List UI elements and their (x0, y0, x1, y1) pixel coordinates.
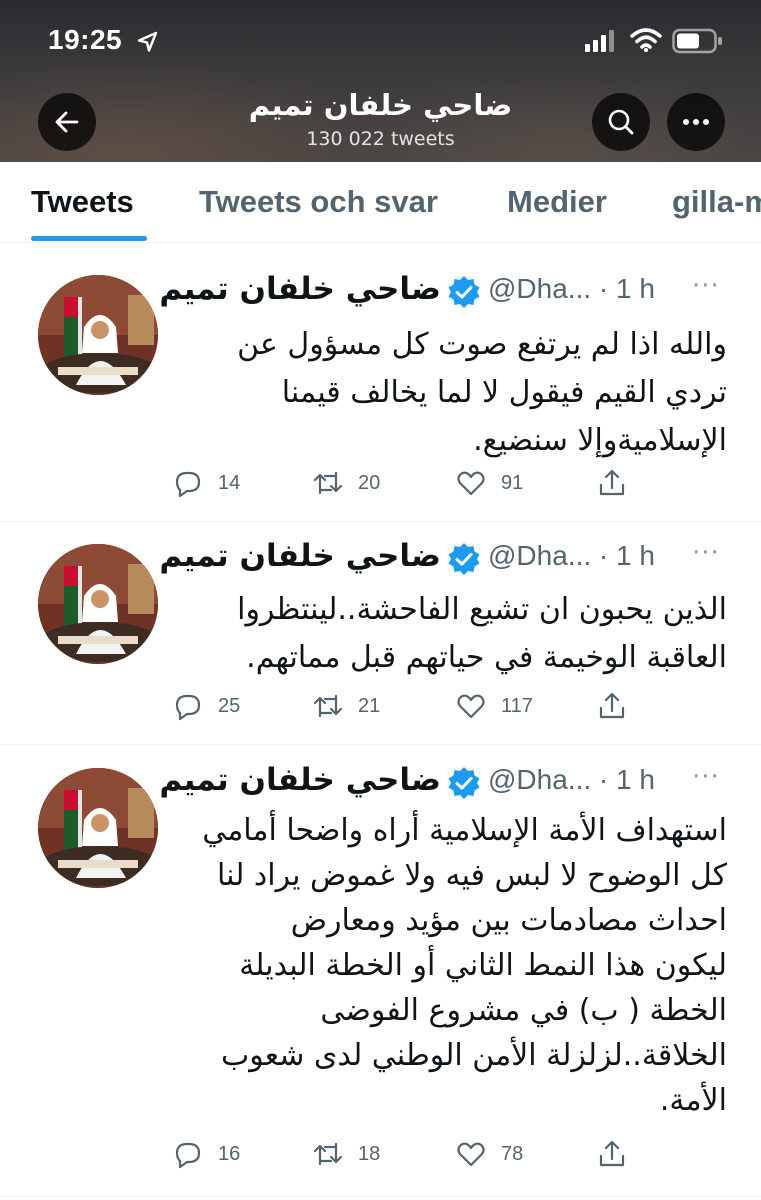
search-button[interactable] (592, 93, 650, 151)
battery-icon (672, 28, 722, 54)
tweet-author-name[interactable]: ضاحي خلفان تميم (159, 762, 441, 798)
heart-icon (457, 471, 485, 496)
tab-likes[interactable]: gilla-m (672, 184, 761, 220)
reply-icon (175, 694, 201, 721)
share-button[interactable] (596, 1134, 628, 1174)
tweet-more-icon[interactable]: ··· (692, 762, 720, 792)
retweet-button[interactable]: 18 (312, 1134, 380, 1174)
arrow-left-icon (55, 111, 79, 133)
tweet-author-name[interactable]: ضاحي خلفان تميم (159, 538, 441, 574)
tab-media[interactable]: Medier (507, 184, 607, 220)
tweet-more-icon[interactable]: ··· (692, 538, 720, 568)
tweet-handle-time[interactable]: @Dha... · 1 h (488, 273, 655, 305)
tweet-text-line: الإسلاميةوإلا سنضيع. (473, 423, 727, 458)
tweet[interactable]: ضاحي خلفان تميم @Dha... · 1 h ··· الذين … (0, 522, 761, 745)
tweet-text-line: استهداف الأمة الإسلامية أراه واضحا أمامي (202, 813, 727, 848)
heart-icon (457, 694, 485, 719)
tweet-text: والله اذا لم يرتفع صوت كل مسؤول عن تردي … (175, 321, 727, 465)
heart-icon (457, 1142, 485, 1167)
retweet-icon (313, 1142, 343, 1166)
share-icon (599, 692, 625, 719)
more-options-button[interactable] (667, 93, 725, 151)
like-count: 91 (501, 471, 524, 494)
like-button[interactable]: 117 (455, 686, 533, 726)
reply-button[interactable]: 25 (172, 686, 240, 726)
share-icon (599, 1140, 625, 1167)
tweet-text-line: الأمة. (659, 1083, 727, 1118)
share-button[interactable] (596, 686, 628, 726)
tweet-text-line: كل الوضوح لا لبس فيه ولا غموض يراد لنا (217, 858, 727, 893)
tweet[interactable]: ضاحي خلفان تميم @Dha... · 1 h ··· استهدا… (0, 746, 761, 1197)
reply-count: 25 (218, 694, 241, 717)
tweet-text-line: والله اذا لم يرتفع صوت كل مسؤول عن (237, 327, 727, 362)
retweet-button[interactable]: 20 (312, 463, 380, 503)
verified-badge-icon (448, 767, 480, 799)
tweet-text-line: الذين يحبون ان تشيع الفاحشة..لينتظروا (237, 592, 727, 627)
like-button[interactable]: 78 (455, 1134, 523, 1174)
tweet-actions: 16 18 78 (0, 1134, 761, 1174)
tweet-handle-time[interactable]: @Dha... · 1 h (488, 540, 655, 572)
tweet-text-line: الخطة ( ب) في مشروع الفوضى (320, 993, 727, 1028)
tab-tweets[interactable]: Tweets (31, 184, 134, 220)
tweet-text: الذين يحبون ان تشيع الفاحشة..لينتظروا ال… (175, 586, 727, 682)
tweet-author-name[interactable]: ضاحي خلفان تميم (159, 271, 441, 307)
retweet-icon (313, 471, 343, 495)
like-count: 78 (501, 1142, 524, 1165)
back-button[interactable] (38, 93, 96, 151)
tweet-more-icon[interactable]: ··· (692, 271, 720, 301)
profile-header: 19:25 ضاحي خلفان تميم 130 022 tweets (0, 0, 761, 162)
retweet-count: 20 (358, 471, 381, 494)
verified-badge-icon (448, 543, 480, 575)
reply-count: 16 (218, 1142, 241, 1165)
cellular-signal-icon (585, 30, 614, 52)
reply-icon (175, 471, 201, 498)
location-arrow-icon (137, 31, 158, 52)
status-time: 19:25 (48, 24, 123, 55)
like-button[interactable]: 91 (455, 463, 523, 503)
active-tab-indicator (31, 236, 147, 241)
tweet-text-line: الخلاقة..لزلزلة الأمن الوطني لدى شعوب (221, 1038, 727, 1073)
tweet-text-line: ليكون هذا النمط الثاني أو الخطة البديلة (239, 948, 727, 983)
retweet-count: 18 (358, 1142, 381, 1165)
more-horizontal-icon (683, 119, 709, 125)
wifi-icon (630, 28, 662, 52)
tweet-handle-time[interactable]: @Dha... · 1 h (488, 764, 655, 796)
share-button[interactable] (596, 463, 628, 503)
tweet-count: 130 022 tweets (306, 128, 455, 150)
search-icon (608, 109, 634, 135)
profile-name: ضاحي خلفان تميم (248, 88, 513, 122)
tweet-actions: 25 21 117 (0, 686, 761, 726)
profile-tabs: Tweets Tweets och svar Medier gilla-m (0, 162, 761, 243)
reply-count: 14 (218, 471, 241, 494)
reply-button[interactable]: 14 (172, 463, 240, 503)
retweet-icon (313, 694, 343, 718)
tweet-text-line: احداث مصادمات بين مؤيد ومعارض (290, 903, 727, 938)
reply-button[interactable]: 16 (172, 1134, 240, 1174)
retweet-button[interactable]: 21 (312, 686, 380, 726)
tweet-text: استهداف الأمة الإسلامية أراه واضحا أمامي… (175, 808, 727, 1123)
tweet-text-line: تردي القيم فيقول لا لما يخالف قيمنا (281, 375, 727, 410)
tab-tweets-and-replies[interactable]: Tweets och svar (199, 184, 438, 220)
like-count: 117 (501, 694, 533, 717)
tweet-text-line: العاقبة الوخيمة في حياتهم قبل مماتهم. (246, 640, 727, 675)
retweet-count: 21 (358, 694, 381, 717)
reply-icon (175, 1142, 201, 1169)
tweet[interactable]: ضاحي خلفان تميم @Dha... · 1 h ··· والله … (0, 255, 761, 522)
share-icon (599, 469, 625, 496)
tweet-actions: 14 20 91 (0, 463, 761, 503)
verified-badge-icon (448, 276, 480, 308)
